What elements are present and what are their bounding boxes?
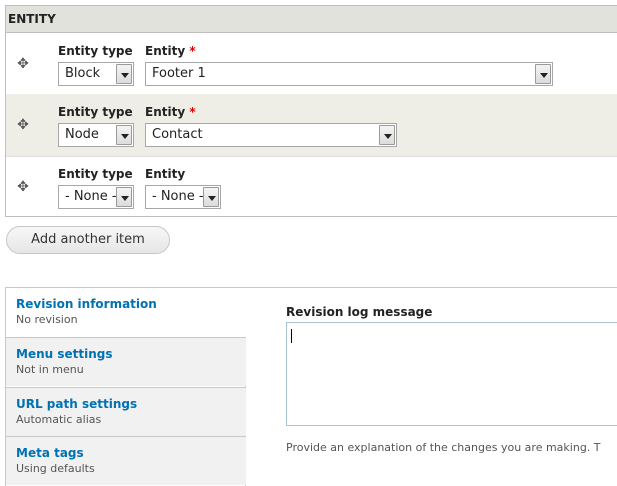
entity-label: Entity * <box>145 105 196 119</box>
tab-menu-settings[interactable]: Menu settings Not in menu <box>6 337 246 386</box>
entity-type-select[interactable]: Node <box>58 123 134 147</box>
revision-log-textarea[interactable] <box>286 322 617 426</box>
tab-title: Revision information <box>16 297 157 311</box>
chevron-down-icon[interactable] <box>535 64 551 84</box>
tab-title: Menu settings <box>16 347 113 361</box>
table-row: ✥ Entity type Entity * Block Footer 1 <box>6 34 617 94</box>
entity-select[interactable]: - None - <box>145 185 221 209</box>
chevron-down-icon[interactable] <box>379 125 395 145</box>
table-row: ✥ Entity type Entity * Node Contact <box>6 94 617 156</box>
tab-summary: No revision <box>16 313 78 326</box>
tab-title: URL path settings <box>16 397 138 411</box>
required-marker: * <box>189 105 196 119</box>
entity-type-select[interactable]: - None - <box>58 185 134 209</box>
chevron-down-icon[interactable] <box>116 187 132 207</box>
move-cross-icon[interactable]: ✥ <box>16 57 30 71</box>
revision-log-label: Revision log message <box>286 305 433 319</box>
entity-label: Entity <box>145 167 186 181</box>
entity-table-header: ENTITY <box>6 6 617 33</box>
revision-log-description: Provide an explanation of the changes yo… <box>286 441 601 454</box>
entity-select[interactable]: Footer 1 <box>145 62 553 86</box>
chevron-down-icon[interactable] <box>116 64 132 84</box>
tab-summary: Using defaults <box>16 462 95 475</box>
required-marker: * <box>189 44 196 58</box>
text-caret <box>291 329 292 343</box>
move-cross-icon[interactable]: ✥ <box>16 118 30 132</box>
chevron-down-icon[interactable] <box>203 187 219 207</box>
add-another-item-button[interactable]: Add another item <box>6 226 170 254</box>
table-row: ✥ Entity type Entity - None - - None - <box>6 156 617 216</box>
panel-divider <box>246 287 617 288</box>
tab-meta-tags[interactable]: Meta tags Using defaults <box>6 436 246 485</box>
tab-title: Meta tags <box>16 446 84 460</box>
entity-type-label: Entity type <box>58 105 133 119</box>
entity-select[interactable]: Contact <box>145 123 397 147</box>
tab-url-path-settings[interactable]: URL path settings Automatic alias <box>6 387 246 436</box>
move-cross-icon[interactable]: ✥ <box>16 180 30 194</box>
tab-summary: Not in menu <box>16 363 84 376</box>
entity-type-label: Entity type <box>58 44 133 58</box>
entity-label: Entity * <box>145 44 196 58</box>
tab-revision-information[interactable]: Revision information No revision <box>6 288 248 337</box>
entity-type-label: Entity type <box>58 167 133 181</box>
chevron-down-icon[interactable] <box>116 125 132 145</box>
tab-summary: Automatic alias <box>16 413 102 426</box>
vertical-tabs: Revision information No revision Menu se… <box>5 287 248 486</box>
entity-table: ENTITY ✥ Entity type Entity * Block Foot… <box>5 5 617 217</box>
entity-type-select[interactable]: Block <box>58 62 134 86</box>
